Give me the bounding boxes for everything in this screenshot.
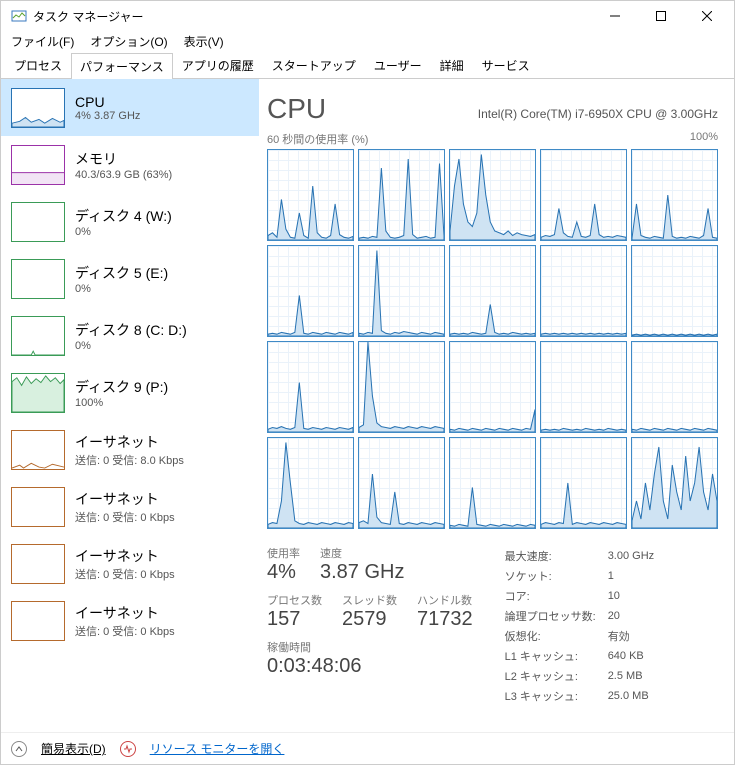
minimize-button[interactable]: [592, 1, 638, 31]
sidebar-item-detail: 40.3/63.9 GB (63%): [75, 169, 172, 181]
core-chart-15: [267, 437, 354, 529]
tab-5[interactable]: 詳細: [431, 52, 473, 78]
sidebar-item-name: イーサネット: [75, 546, 175, 566]
sidebar-item-detail: 送信: 0 受信: 0 Kbps: [75, 566, 175, 582]
fewer-details-link[interactable]: 簡易表示(D): [41, 740, 106, 757]
sidebar-item-5[interactable]: ディスク 9 (P:) 100%: [1, 364, 259, 421]
main-panel: CPU Intel(R) Core(TM) i7-6950X CPU @ 3.0…: [259, 79, 734, 732]
chevron-up-icon[interactable]: [11, 741, 27, 757]
core-chart-8: [540, 245, 627, 337]
app-icon: [11, 8, 27, 24]
sidebar-item-2[interactable]: ディスク 4 (W:) 0%: [1, 193, 259, 250]
sidebar-item-9[interactable]: イーサネット 送信: 0 受信: 0 Kbps: [1, 592, 259, 649]
maximize-button[interactable]: [638, 1, 684, 31]
menu-file[interactable]: ファイル(F): [5, 31, 80, 52]
page-title: CPU: [267, 93, 326, 125]
menubar: ファイル(F) オプション(O) 表示(V): [1, 31, 734, 51]
sidebar-item-detail: 0%: [75, 283, 168, 295]
core-chart-3: [540, 149, 627, 241]
footer: 簡易表示(D) リソース モニターを開く: [1, 732, 734, 764]
cpu-details-table: 最大速度:3.00 GHzソケット:1コア:10論理プロセッサ数:20仮想化:有…: [503, 545, 667, 707]
tab-3[interactable]: スタートアップ: [263, 52, 365, 78]
sidebar-item-name: ディスク 4 (W:): [75, 206, 172, 226]
sidebar-item-detail: 100%: [75, 397, 168, 409]
sidebar: CPU 4% 3.87 GHz メモリ 40.3/63.9 GB (63%) デ…: [1, 79, 259, 732]
tab-6[interactable]: サービス: [473, 52, 539, 78]
window-title: タスク マネージャー: [33, 8, 592, 25]
sidebar-item-name: ディスク 5 (E:): [75, 263, 168, 283]
sidebar-item-name: イーサネット: [75, 603, 175, 623]
sidebar-item-detail: 0%: [75, 340, 187, 352]
sidebar-item-name: ディスク 8 (C: D:): [75, 320, 187, 340]
sidebar-item-name: メモリ: [75, 149, 172, 169]
tab-bar: プロセスパフォーマンスアプリの履歴スタートアップユーザー詳細サービス: [1, 51, 734, 79]
sidebar-item-8[interactable]: イーサネット 送信: 0 受信: 0 Kbps: [1, 535, 259, 592]
sidebar-item-detail: 4% 3.87 GHz: [75, 110, 140, 122]
sidebar-item-6[interactable]: イーサネット 送信: 0 受信: 8.0 Kbps: [1, 421, 259, 478]
core-chart-5: [267, 245, 354, 337]
core-chart-1: [358, 149, 445, 241]
sidebar-item-4[interactable]: ディスク 8 (C: D:) 0%: [1, 307, 259, 364]
tab-0[interactable]: プロセス: [5, 52, 71, 78]
sidebar-item-1[interactable]: メモリ 40.3/63.9 GB (63%): [1, 136, 259, 193]
core-chart-9: [631, 245, 718, 337]
core-chart-4: [631, 149, 718, 241]
uptime-label: 稼働時間: [267, 639, 473, 655]
tab-2[interactable]: アプリの履歴: [173, 52, 263, 78]
sidebar-item-0[interactable]: CPU 4% 3.87 GHz: [1, 79, 259, 136]
core-chart-13: [540, 341, 627, 433]
tab-4[interactable]: ユーザー: [365, 52, 431, 78]
core-chart-12: [449, 341, 536, 433]
core-chart-19: [631, 437, 718, 529]
core-chart-10: [267, 341, 354, 433]
core-chart-18: [540, 437, 627, 529]
core-chart-7: [449, 245, 536, 337]
sidebar-item-3[interactable]: ディスク 5 (E:) 0%: [1, 250, 259, 307]
cpu-model: Intel(R) Core(TM) i7-6950X CPU @ 3.00GHz: [478, 107, 718, 121]
core-chart-6: [358, 245, 445, 337]
core-chart-17: [449, 437, 536, 529]
sidebar-item-detail: 送信: 0 受信: 0 Kbps: [75, 509, 175, 525]
titlebar: タスク マネージャー: [1, 1, 734, 31]
menu-view[interactable]: 表示(V): [178, 31, 230, 52]
sidebar-item-name: イーサネット: [75, 489, 175, 509]
menu-options[interactable]: オプション(O): [84, 31, 173, 52]
sidebar-item-name: CPU: [75, 94, 140, 110]
sidebar-item-detail: 0%: [75, 226, 172, 238]
sidebar-item-name: イーサネット: [75, 432, 184, 452]
chart-axis-left: 60 秒間の使用率 (%): [267, 131, 368, 147]
sidebar-item-detail: 送信: 0 受信: 0 Kbps: [75, 623, 175, 639]
open-resmon-link[interactable]: リソース モニターを開く: [150, 740, 285, 757]
core-chart-0: [267, 149, 354, 241]
tab-1[interactable]: パフォーマンス: [71, 53, 173, 79]
core-chart-14: [631, 341, 718, 433]
sidebar-item-7[interactable]: イーサネット 送信: 0 受信: 0 Kbps: [1, 478, 259, 535]
close-button[interactable]: [684, 1, 730, 31]
sidebar-item-detail: 送信: 0 受信: 8.0 Kbps: [75, 452, 184, 468]
core-chart-2: [449, 149, 536, 241]
core-chart-11: [358, 341, 445, 433]
cpu-core-grid: [267, 149, 718, 529]
core-chart-16: [358, 437, 445, 529]
resmon-icon: [120, 741, 136, 757]
sidebar-item-name: ディスク 9 (P:): [75, 377, 168, 397]
chart-axis-right: 100%: [690, 131, 718, 147]
uptime-value: 0:03:48:06: [267, 655, 473, 678]
